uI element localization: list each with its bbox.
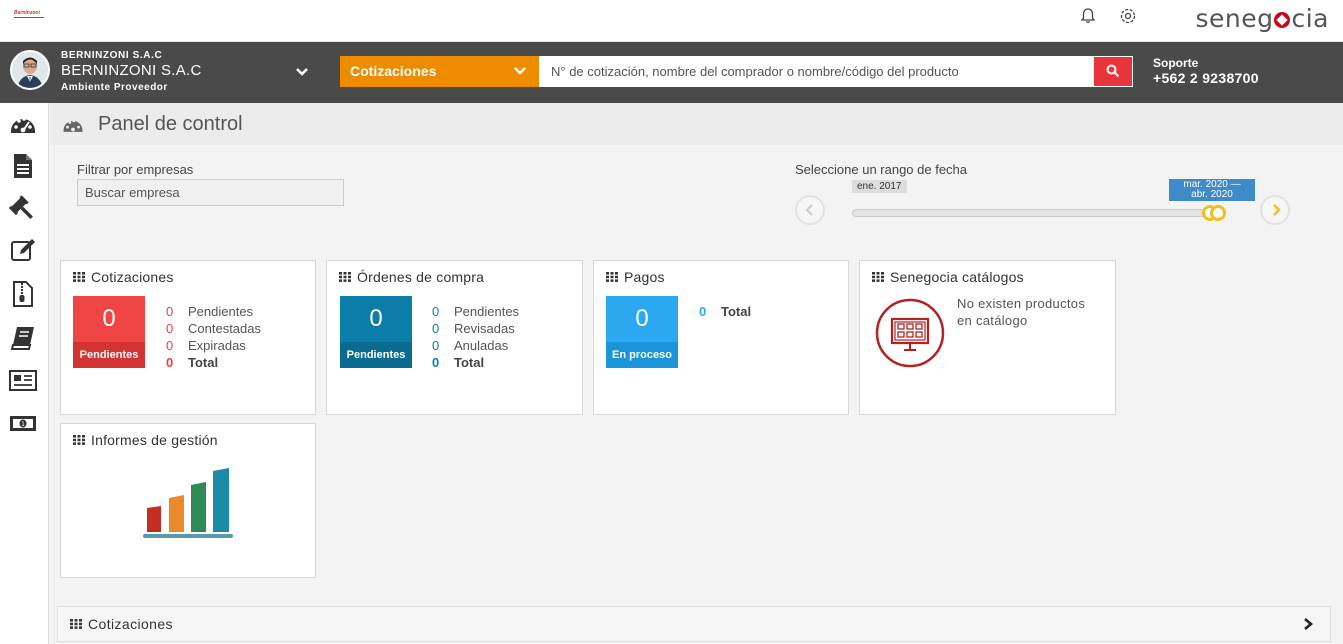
section-title: Cotizaciones — [88, 616, 173, 632]
pending-label: Pendientes — [340, 342, 412, 368]
card-pagos[interactable]: Pagos 0 En proceso 0 Total — [593, 260, 849, 415]
company-filter-input[interactable] — [77, 179, 344, 206]
card-title: Senegocia catálogos — [890, 269, 1024, 285]
title-bar: Panel de control — [50, 103, 1343, 145]
environment-label: Ambiente Proveedor — [61, 82, 168, 93]
stat-row[interactable]: 0 Contestadas — [166, 320, 261, 337]
card-header: Pagos — [606, 269, 665, 285]
section-header: Cotizaciones — [70, 616, 173, 632]
page-title: Panel de control — [98, 113, 243, 135]
bell-icon[interactable] — [1079, 7, 1097, 25]
in-process-counter[interactable]: 0 En proceso — [606, 296, 678, 368]
stat-row[interactable]: 0 Pendientes — [432, 303, 519, 320]
card-header: Órdenes de compra — [339, 269, 484, 285]
gavel-icon[interactable] — [8, 194, 37, 222]
card-senegocia-catalogos[interactable]: Senegocia catálogos No existen productos… — [859, 260, 1116, 415]
in-process-label: En proceso — [606, 342, 678, 368]
senegocia-logo[interactable]: seneg cia — [1195, 4, 1329, 33]
search-icon — [1106, 64, 1120, 83]
grid-icon — [70, 616, 82, 629]
search-button[interactable] — [1093, 56, 1133, 87]
chevron-left-icon — [804, 203, 816, 222]
company-logo: Berninzoni — [14, 10, 52, 22]
catalog-monitor-icon — [874, 297, 946, 374]
pending-counter[interactable]: 0 Pendientes — [73, 296, 145, 368]
stat-row[interactable]: 0 Anuladas — [432, 337, 519, 354]
date-range-slider[interactable] — [852, 209, 1222, 217]
card-title: Órdenes de compra — [357, 269, 485, 285]
zip-file-icon[interactable] — [9, 280, 37, 308]
grid-icon — [73, 269, 85, 282]
grid-icon — [606, 269, 618, 282]
search-category-label: Cotizaciones — [350, 63, 437, 79]
card-cotizaciones[interactable]: Cotizaciones 0 Pendientes 0 Pendientes 0C… — [60, 260, 316, 415]
range-next-button[interactable] — [1260, 195, 1290, 225]
range-end-line2: abr. 2020 — [1191, 189, 1233, 200]
card-header: Senegocia catálogos — [872, 269, 1024, 285]
grid-icon — [339, 269, 351, 282]
chevron-down-icon — [513, 64, 527, 78]
stat-row[interactable]: 0 Total — [699, 303, 751, 320]
pending-count: 0 — [340, 296, 412, 342]
header: BERNINZONI S.A.C BERNINZONI S.A.C Ambien… — [0, 42, 1343, 103]
brand-prefix: seneg — [1195, 4, 1274, 33]
stats-list: 0 Pendientes 0 Contestadas 0 Expiradas 0 Tot… — [166, 303, 261, 371]
chevron-down-icon[interactable] — [294, 64, 310, 80]
search-category-select[interactable]: Cotizaciones — [340, 56, 539, 87]
stats-list: 0 Total — [699, 303, 751, 320]
money-icon[interactable]: 1 — [9, 409, 37, 437]
brand-suffix: cia — [1291, 4, 1329, 33]
company-logo-text: Berninzoni — [14, 10, 40, 16]
grid-icon — [73, 432, 85, 445]
stat-row[interactable]: 0 Revisadas — [432, 320, 519, 337]
pending-label: Pendientes — [73, 342, 145, 368]
top-bar: Berninzoni seneg cia — [0, 0, 1343, 42]
chevron-right-icon — [1270, 203, 1282, 222]
gear-icon[interactable] — [1119, 7, 1137, 25]
card-title: Informes de gestión — [91, 432, 218, 448]
pending-counter[interactable]: 0 Pendientes — [340, 296, 412, 368]
in-process-count: 0 — [606, 296, 678, 342]
card-ordenes-de-compra[interactable]: Órdenes de compra 0 Pendientes 0 Pendient… — [326, 260, 583, 415]
newspaper-icon[interactable] — [9, 366, 37, 394]
document-icon[interactable] — [9, 152, 37, 180]
support-label: Soporte — [1153, 56, 1199, 70]
pending-count: 0 — [73, 296, 145, 342]
book-icon[interactable] — [9, 324, 37, 352]
edit-icon[interactable] — [9, 236, 37, 264]
company-name: BERNINZONI S.A.C — [61, 62, 202, 79]
stat-row[interactable]: 0 Total — [166, 354, 261, 371]
range-end-badge: mar. 2020 — abr. 2020 — [1169, 179, 1255, 201]
slider-handle-end[interactable] — [1210, 205, 1226, 221]
sidebar: 1 — [0, 103, 49, 644]
range-start-badge: ene. 2017 — [852, 180, 907, 193]
search-input[interactable] — [539, 56, 1093, 87]
range-prev-button[interactable] — [795, 195, 825, 225]
svg-text:1: 1 — [21, 421, 25, 428]
card-informes-de-gestion[interactable]: Informes de gestión — [60, 423, 316, 578]
card-header: Cotizaciones — [73, 269, 174, 285]
avatar[interactable] — [10, 50, 50, 90]
company-filter-label: Filtrar por empresas — [77, 162, 194, 177]
card-title: Cotizaciones — [91, 269, 174, 285]
grid-icon — [872, 269, 884, 282]
dashboard-icon[interactable] — [9, 111, 37, 139]
no-products-message: No existen productos en catálogo — [957, 296, 1086, 328]
stats-list: 0 Pendientes 0 Revisadas 0 Anuladas 0 Total — [432, 303, 519, 371]
stat-row[interactable]: 0 Total — [432, 354, 519, 371]
cotizaciones-section-toggle[interactable]: Cotizaciones — [57, 606, 1331, 642]
card-title: Pagos — [624, 269, 665, 285]
chevron-right-icon — [1302, 617, 1314, 631]
date-range-label: Seleccione un rango de fecha — [795, 162, 968, 177]
stat-row[interactable]: 0 Expiradas — [166, 337, 261, 354]
dashboard-icon — [62, 114, 84, 134]
card-header: Informes de gestión — [73, 432, 218, 448]
stat-row[interactable]: 0 Pendientes — [166, 303, 261, 320]
support-phone: +562 2 9238700 — [1153, 70, 1259, 86]
company-small-label: BERNINZONI S.A.C — [61, 50, 163, 61]
bar-chart-icon — [143, 466, 235, 547]
